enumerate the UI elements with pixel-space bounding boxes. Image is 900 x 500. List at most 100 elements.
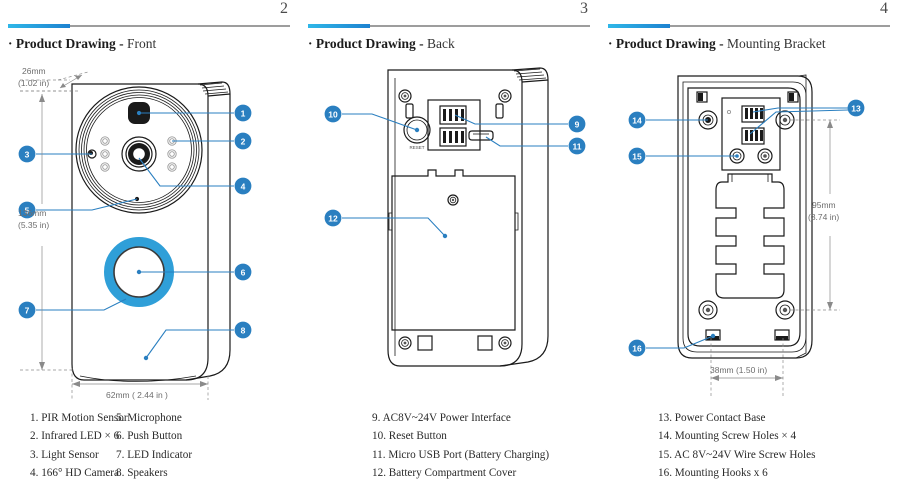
height-mm-label: 95mm: [812, 200, 836, 210]
panel-front: 2 · Product Drawing - Front .ln { fill:n…: [0, 0, 300, 500]
legend-item: 9. AC8V~24V Power Interface: [372, 412, 511, 424]
callout-badge-11: 11: [568, 137, 586, 155]
mounting-hooks-top: [696, 91, 799, 103]
hook: [774, 329, 790, 341]
dimension-width: 38mm (1.50 in): [710, 338, 784, 398]
callout-badge-9: 9: [568, 115, 586, 133]
svg-text:15: 15: [632, 151, 642, 161]
ir-led: [100, 149, 110, 159]
title-strong: Product Drawing: [315, 36, 416, 51]
header-rule: [608, 24, 890, 28]
back-legend: 9. AC8V~24V Power Interface 10. Reset Bu…: [300, 409, 600, 482]
legend-item: 7. LED Indicator: [116, 448, 193, 461]
callout-badge-3: 3: [18, 145, 36, 163]
height-mm-label: 136mm: [18, 208, 46, 218]
title-bullet: ·: [608, 36, 613, 51]
callout-badge-7: 7: [18, 301, 36, 319]
page-number: 3: [580, 0, 588, 17]
wire-screw-hole: [757, 148, 773, 164]
svg-text:12: 12: [328, 213, 338, 223]
title-bullet: ·: [308, 36, 313, 51]
header-rule: [308, 24, 590, 28]
bracket-legend: 13. Power Contact Base 14. Mounting Scre…: [600, 409, 900, 482]
legend-item: 1. PIR Motion Sensor: [30, 412, 128, 424]
panel-bracket-header: 4 · Product Drawing - Mounting Bracket: [600, 0, 900, 56]
contact-block-upper: [741, 105, 765, 123]
device-body-front: [71, 81, 231, 382]
dimension-height: [20, 90, 74, 371]
ir-led: [100, 136, 110, 146]
screw-hole: [698, 300, 718, 320]
callout-badge-6: 6: [234, 263, 252, 281]
terminal-contacts: [443, 109, 464, 143]
svg-text:8: 8: [241, 325, 246, 335]
svg-text:9: 9: [575, 119, 580, 129]
title-separator: -: [419, 36, 424, 51]
battery-compartment-cover: [388, 169, 519, 331]
depth-in-label: (1.02 in): [18, 78, 49, 88]
screw: [498, 89, 512, 103]
hook: [696, 91, 708, 103]
svg-text:1: 1: [241, 108, 246, 118]
callout-badge-4: 4: [234, 177, 252, 195]
callout-badge-15: 15: [628, 147, 646, 165]
svg-text:16: 16: [632, 343, 642, 353]
product-drawing-page: 2 · Product Drawing - Front .ln { fill:n…: [0, 0, 900, 500]
legend-item: 6. Push Button: [116, 430, 183, 443]
power-terminal-housing: [427, 99, 481, 151]
width-label: 62mm ( 2.44 in ): [106, 390, 168, 400]
header-rule-accent: [608, 24, 670, 28]
header-rule: [8, 24, 290, 28]
svg-text:13: 13: [851, 103, 861, 113]
legend-item: 16. Mounting Hooks x 6: [658, 466, 768, 479]
svg-text:4: 4: [241, 181, 246, 191]
bracket-drawing: .mln { fill:none; stroke:#1a1a1a; stroke…: [600, 58, 900, 403]
title-strong: Product Drawing: [615, 36, 716, 51]
legend-item: 10. Reset Button: [372, 430, 447, 443]
title-subject: Mounting Bracket: [727, 36, 826, 51]
svg-text:14: 14: [632, 115, 642, 125]
legend-column-left: 9. AC8V~24V Power Interface 10. Reset Bu…: [300, 409, 549, 482]
svg-text:10: 10: [328, 109, 338, 119]
legend-item: 5. Microphone: [116, 412, 182, 424]
legend-item: 12. Battery Compartment Cover: [372, 466, 517, 479]
callout-badge-10: 10: [324, 105, 342, 123]
legend-column-right: 5. Microphone 6. Push Button 7. LED Indi…: [116, 409, 192, 482]
legend-item: 2. Infrared LED × 6: [30, 430, 120, 443]
ir-led: [167, 162, 177, 172]
legend-item: 8. Speakers: [116, 466, 168, 479]
dimension-height: 95mm (3.74 in): [790, 119, 840, 311]
svg-text:6: 6: [241, 267, 246, 277]
mounting-hooks-bottom: [705, 329, 790, 341]
contact-block-lower: [741, 127, 765, 145]
legend-item: 13. Power Contact Base: [658, 412, 766, 424]
panel-back: 3 · Product Drawing - Back .bln { fill:n…: [300, 0, 600, 500]
callout-badge-13: 13: [847, 99, 865, 117]
front-drawing: .ln { fill:none; stroke:#1a1a1a; stroke-…: [0, 58, 300, 403]
panel-mounting-bracket: 4 · Product Drawing - Mounting Bracket .…: [600, 0, 900, 500]
callout-badge-14: 14: [628, 111, 646, 129]
depth-mm-label: 26mm: [22, 66, 46, 76]
title-subject: Back: [427, 36, 455, 51]
bracket-center-rail: [715, 173, 785, 299]
panel-front-header: 2 · Product Drawing - Front: [0, 0, 300, 56]
panel-back-header: 3 · Product Drawing - Back: [300, 0, 600, 56]
screw: [398, 336, 412, 350]
front-legend: 1. PIR Motion Sensor 2. Infrared LED × 6…: [0, 409, 300, 482]
title-separator: -: [119, 36, 124, 51]
title-bullet: ·: [8, 36, 13, 51]
callout-badge-8: 8: [234, 321, 252, 339]
cover-screw: [447, 194, 459, 206]
legend-column-left: 13. Power Contact Base 14. Mounting Scre…: [600, 409, 815, 482]
back-slots: [405, 103, 504, 351]
legend-column-left: 1. PIR Motion Sensor 2. Infrared LED × 6…: [0, 409, 128, 482]
title-strong: Product Drawing: [15, 36, 116, 51]
title-subject: Front: [127, 36, 157, 51]
header-rule-accent: [308, 24, 370, 28]
height-in-label: (5.35 in): [18, 220, 49, 230]
callout-badge-1: 1: [234, 104, 252, 122]
header-rule-accent: [8, 24, 70, 28]
legend-item: 4. 166° HD Camera: [30, 466, 119, 479]
callout-badge-16: 16: [628, 339, 646, 357]
page-title: · Product Drawing - Front: [8, 36, 156, 52]
